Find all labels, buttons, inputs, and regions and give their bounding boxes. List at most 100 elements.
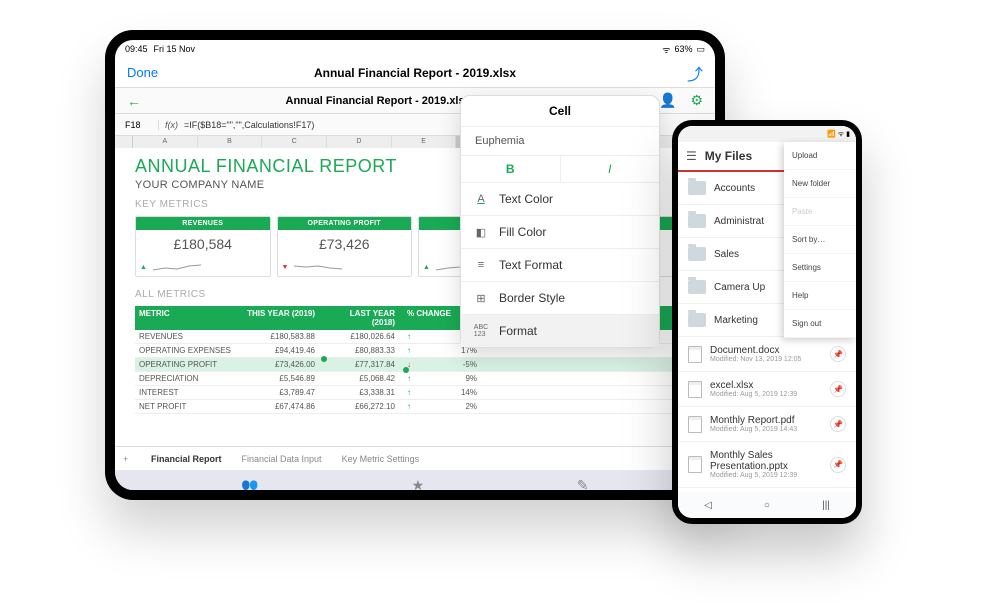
battery-icon: ▭	[696, 44, 705, 55]
document-icon	[688, 381, 702, 398]
pin-icon[interactable]: 📌	[830, 346, 846, 362]
italic-button[interactable]: I	[561, 156, 660, 182]
fx-label: f(x)	[159, 120, 184, 130]
folder-icon	[688, 214, 706, 228]
metric-value: £73,426	[278, 230, 412, 258]
list-item[interactable]: Monthly Sales Presentation.pptxModified:…	[678, 442, 856, 488]
battery-percent: 63%	[674, 44, 692, 54]
text-color-icon: A	[473, 191, 489, 207]
back-icon[interactable]: ◁	[704, 500, 712, 511]
back-icon[interactable]: ←	[127, 93, 167, 109]
text-color-row[interactable]: A Text Color	[461, 183, 659, 216]
tab-financial-report[interactable]: Financial Report	[145, 452, 228, 466]
th-metric: METRIC	[135, 309, 245, 327]
metric-title: REVENUES	[136, 217, 270, 230]
sparkline	[151, 260, 211, 274]
pin-icon[interactable]: 📌	[830, 381, 846, 397]
bold-button[interactable]: B	[461, 156, 561, 182]
format-row[interactable]: ABC123 Format	[461, 315, 659, 347]
table-row[interactable]: INTEREST£3,789.47£3,338.31↑14%	[135, 386, 695, 400]
wifi-icon: ᯤ	[838, 130, 844, 139]
done-button[interactable]: Done	[127, 65, 187, 80]
phone-screen: 📶 ᯤ ▮ ☰ My Files Accounts📌 Administrat📌 …	[678, 126, 856, 518]
edit-icon[interactable]: ✎	[577, 477, 589, 491]
android-nav-bar: ◁ ○ |||	[678, 492, 856, 518]
metric-card-revenues[interactable]: REVENUES £180,584 ▲	[135, 216, 271, 277]
menu-sort-by[interactable]: Sort by…	[784, 226, 856, 254]
text-format-icon: ≡	[473, 257, 489, 273]
tab-metric-settings[interactable]: Key Metric Settings	[336, 452, 426, 466]
document-icon	[688, 416, 702, 433]
table-row[interactable]: OPERATING PROFIT£73,426.00£77,317.84↓-5%	[135, 358, 695, 372]
gear-icon[interactable]: ⚙	[690, 92, 703, 109]
star-icon[interactable]: ★	[412, 477, 425, 491]
metric-title: OPERATING PROFIT	[278, 217, 412, 230]
bottom-bar: 👥 ★ ✎	[115, 470, 715, 490]
menu-settings[interactable]: Settings	[784, 254, 856, 282]
tab-data-input[interactable]: Financial Data Input	[236, 452, 328, 466]
app-title: Annual Financial Report - 2019.xlsx	[187, 66, 643, 80]
col-header[interactable]: B	[198, 136, 263, 148]
format-icon: ABC123	[473, 323, 489, 339]
metric-card-operating-profit[interactable]: OPERATING PROFIT £73,426 ▼	[277, 216, 413, 277]
border-icon: ⊞	[473, 290, 489, 306]
overflow-menu: Upload New folder Paste Sort by… Setting…	[784, 142, 856, 338]
th-change: % CHANGE	[405, 309, 453, 327]
hamburger-icon[interactable]: ☰	[686, 149, 697, 163]
status-bar: 09:45 Fri 15 Nov ᯤ 63% ▭	[115, 40, 715, 58]
list-item[interactable]: Monthly Report.pdfModified: Aug 5, 2019 …	[678, 407, 856, 442]
cell-format-popover: Cell Euphemia B I A Text Color ◧ Fill Co…	[460, 95, 660, 348]
pin-icon[interactable]: 📌	[830, 416, 846, 432]
selection-handle[interactable]	[321, 356, 327, 362]
user-icon[interactable]: 👤	[659, 92, 676, 109]
text-format-row[interactable]: ≡ Text Format	[461, 249, 659, 282]
trend-up-icon: ▲	[140, 264, 147, 271]
border-style-row[interactable]: ⊞ Border Style	[461, 282, 659, 315]
menu-sign-out[interactable]: Sign out	[784, 310, 856, 338]
th-this-year: THIS YEAR (2019)	[245, 309, 325, 327]
app-header: Done Annual Financial Report - 2019.xlsx…	[115, 58, 715, 88]
arrow-up-icon: ↑	[405, 388, 413, 397]
col-header[interactable]: A	[133, 136, 198, 148]
battery-icon: ▮	[846, 130, 850, 138]
folder-icon	[688, 247, 706, 261]
status-date: Fri 15 Nov	[154, 44, 196, 54]
menu-paste: Paste	[784, 198, 856, 226]
col-header[interactable]: C	[262, 136, 327, 148]
menu-upload[interactable]: Upload	[784, 142, 856, 170]
document-icon	[688, 346, 702, 363]
folder-icon	[688, 313, 706, 327]
home-icon[interactable]: ○	[764, 500, 770, 511]
document-icon	[688, 456, 702, 473]
list-item[interactable]: excel.xlsxModified: Aug 5, 2019 12:39📌	[678, 372, 856, 407]
fill-color-icon: ◧	[473, 224, 489, 240]
col-header[interactable]: E	[392, 136, 457, 148]
selection-handle[interactable]	[403, 367, 409, 373]
recents-icon[interactable]: |||	[822, 500, 830, 511]
fill-color-row[interactable]: ◧ Fill Color	[461, 216, 659, 249]
phone-device: 📶 ᯤ ▮ ☰ My Files Accounts📌 Administrat📌 …	[672, 120, 862, 524]
arrow-up-icon: ↑	[405, 346, 413, 355]
share-icon[interactable]: ⤴	[643, 61, 703, 85]
sheet-tabs: + Financial Report Financial Data Input …	[115, 446, 715, 470]
users-icon[interactable]: 👥	[241, 477, 258, 491]
trend-down-icon: ▼	[282, 264, 289, 271]
arrow-up-icon: ↑	[405, 332, 413, 341]
menu-help[interactable]: Help	[784, 282, 856, 310]
metric-value: £180,584	[136, 230, 270, 258]
font-selector[interactable]: Euphemia	[461, 127, 659, 156]
add-sheet-button[interactable]: +	[123, 454, 137, 464]
list-item[interactable]: Document.docxModified: Nov 13, 2019 12:0…	[678, 337, 856, 372]
pin-icon[interactable]: 📌	[830, 457, 846, 473]
menu-new-folder[interactable]: New folder	[784, 170, 856, 198]
col-header[interactable]: D	[327, 136, 392, 148]
cell-reference[interactable]: F18	[121, 120, 159, 130]
folder-icon	[688, 280, 706, 294]
folder-icon	[688, 181, 706, 195]
signal-icon: 📶	[827, 130, 836, 138]
table-row[interactable]: NET PROFIT£67,474.86£66,272.10↑2%	[135, 400, 695, 414]
status-time: 09:45	[125, 44, 148, 54]
table-row[interactable]: DEPRECIATION£5,546.89£5,068.42↑9%	[135, 372, 695, 386]
phone-status-bar: 📶 ᯤ ▮	[678, 126, 856, 142]
wifi-icon: ᯤ	[662, 43, 670, 56]
